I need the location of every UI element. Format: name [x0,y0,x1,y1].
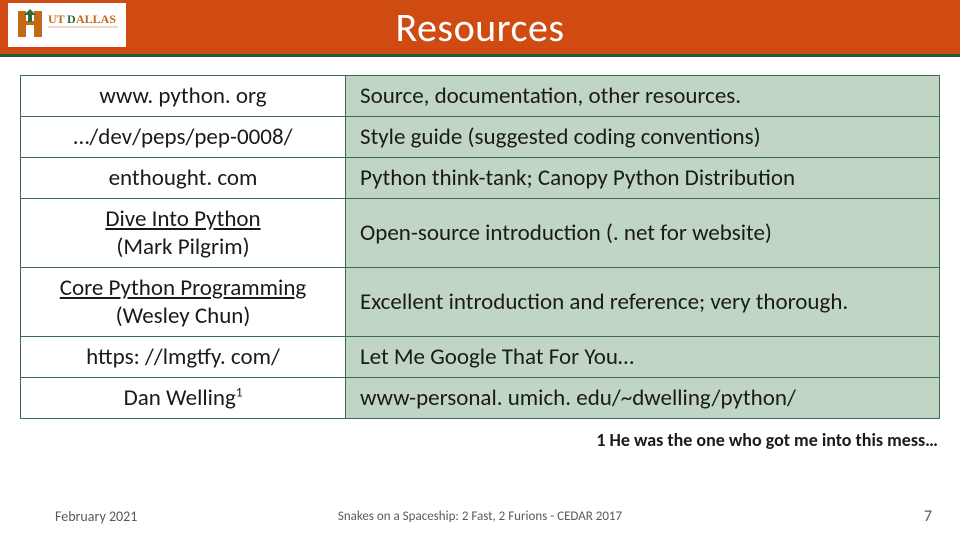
resource-description-cell: Let Me Google That For You… [346,337,939,378]
resource-name-cell: Core Python Programming(Wesley Chun) [21,268,346,337]
svg-text:UT: UT [48,12,65,26]
footnote: 1 He was the one who got me into this me… [0,429,938,451]
footer: February 2021 Snakes on a Spaceship: 2 F… [0,507,960,526]
title-underline [0,54,960,57]
table-row: https: //lmgtfy. com/Let Me Google That … [21,337,939,378]
resource-name-cell: …/dev/peps/pep-0008/ [21,117,346,158]
slide-title: Resources [0,3,960,52]
resource-name: Core Python Programming [60,274,306,302]
resource-author: (Mark Pilgrim) [116,233,249,261]
resource-description-cell: Open-source introduction (. net for webs… [346,199,939,268]
resource-description-cell: Python think-tank; Canopy Python Distrib… [346,158,939,199]
resource-name: Dan Welling1 [124,384,243,412]
svg-text:ALLAS: ALLAS [76,12,116,26]
resource-name: …/dev/peps/pep-0008/ [74,123,293,151]
resource-description-cell: Source, documentation, other resources. [346,76,939,117]
table-row: …/dev/peps/pep-0008/Style guide (suggest… [21,117,939,158]
resource-name-cell: Dive Into Python(Mark Pilgrim) [21,199,346,268]
header-bar: UT D ALLAS Resources [0,0,960,54]
footer-date: February 2021 [55,508,137,525]
resource-name: https: //lmgtfy. com/ [86,343,280,371]
footer-subtitle: Snakes on a Spaceship: 2 Fast, 2 Furions… [338,509,622,524]
table-row: Dive Into Python(Mark Pilgrim)Open-sourc… [21,199,939,268]
table-row: www. python. org Source, documentation, o… [21,76,939,117]
resources-table: www. python. org Source, documentation, o… [20,75,940,419]
resource-author: (Wesley Chun) [116,302,251,330]
table-row: Core Python Programming(Wesley Chun)Exce… [21,268,939,337]
resource-name-cell: www. python. org [21,76,346,117]
resource-name-cell: Dan Welling1 [21,378,346,418]
table-row: Dan Welling1 www-personal. umich. edu/~dw… [21,378,939,418]
svg-text:D: D [67,12,76,26]
resource-description-cell: Style guide (suggested coding convention… [346,117,939,158]
slide-number: 7 [924,507,932,526]
footnote-ref: 1 [236,385,243,400]
resource-name: enthought. com [109,164,258,192]
resource-description-cell: www-personal. umich. edu/~dwelling/pytho… [346,378,939,418]
ut-dallas-logo: UT D ALLAS [8,3,126,47]
resource-name: www. python. org [99,82,266,110]
table-row: enthought. com Python think-tank; Canopy … [21,158,939,199]
resource-name-cell: enthought. com [21,158,346,199]
resource-name: Dive Into Python [105,205,260,233]
resource-name-cell: https: //lmgtfy. com/ [21,337,346,378]
resource-description-cell: Excellent introduction and reference; ve… [346,268,939,337]
